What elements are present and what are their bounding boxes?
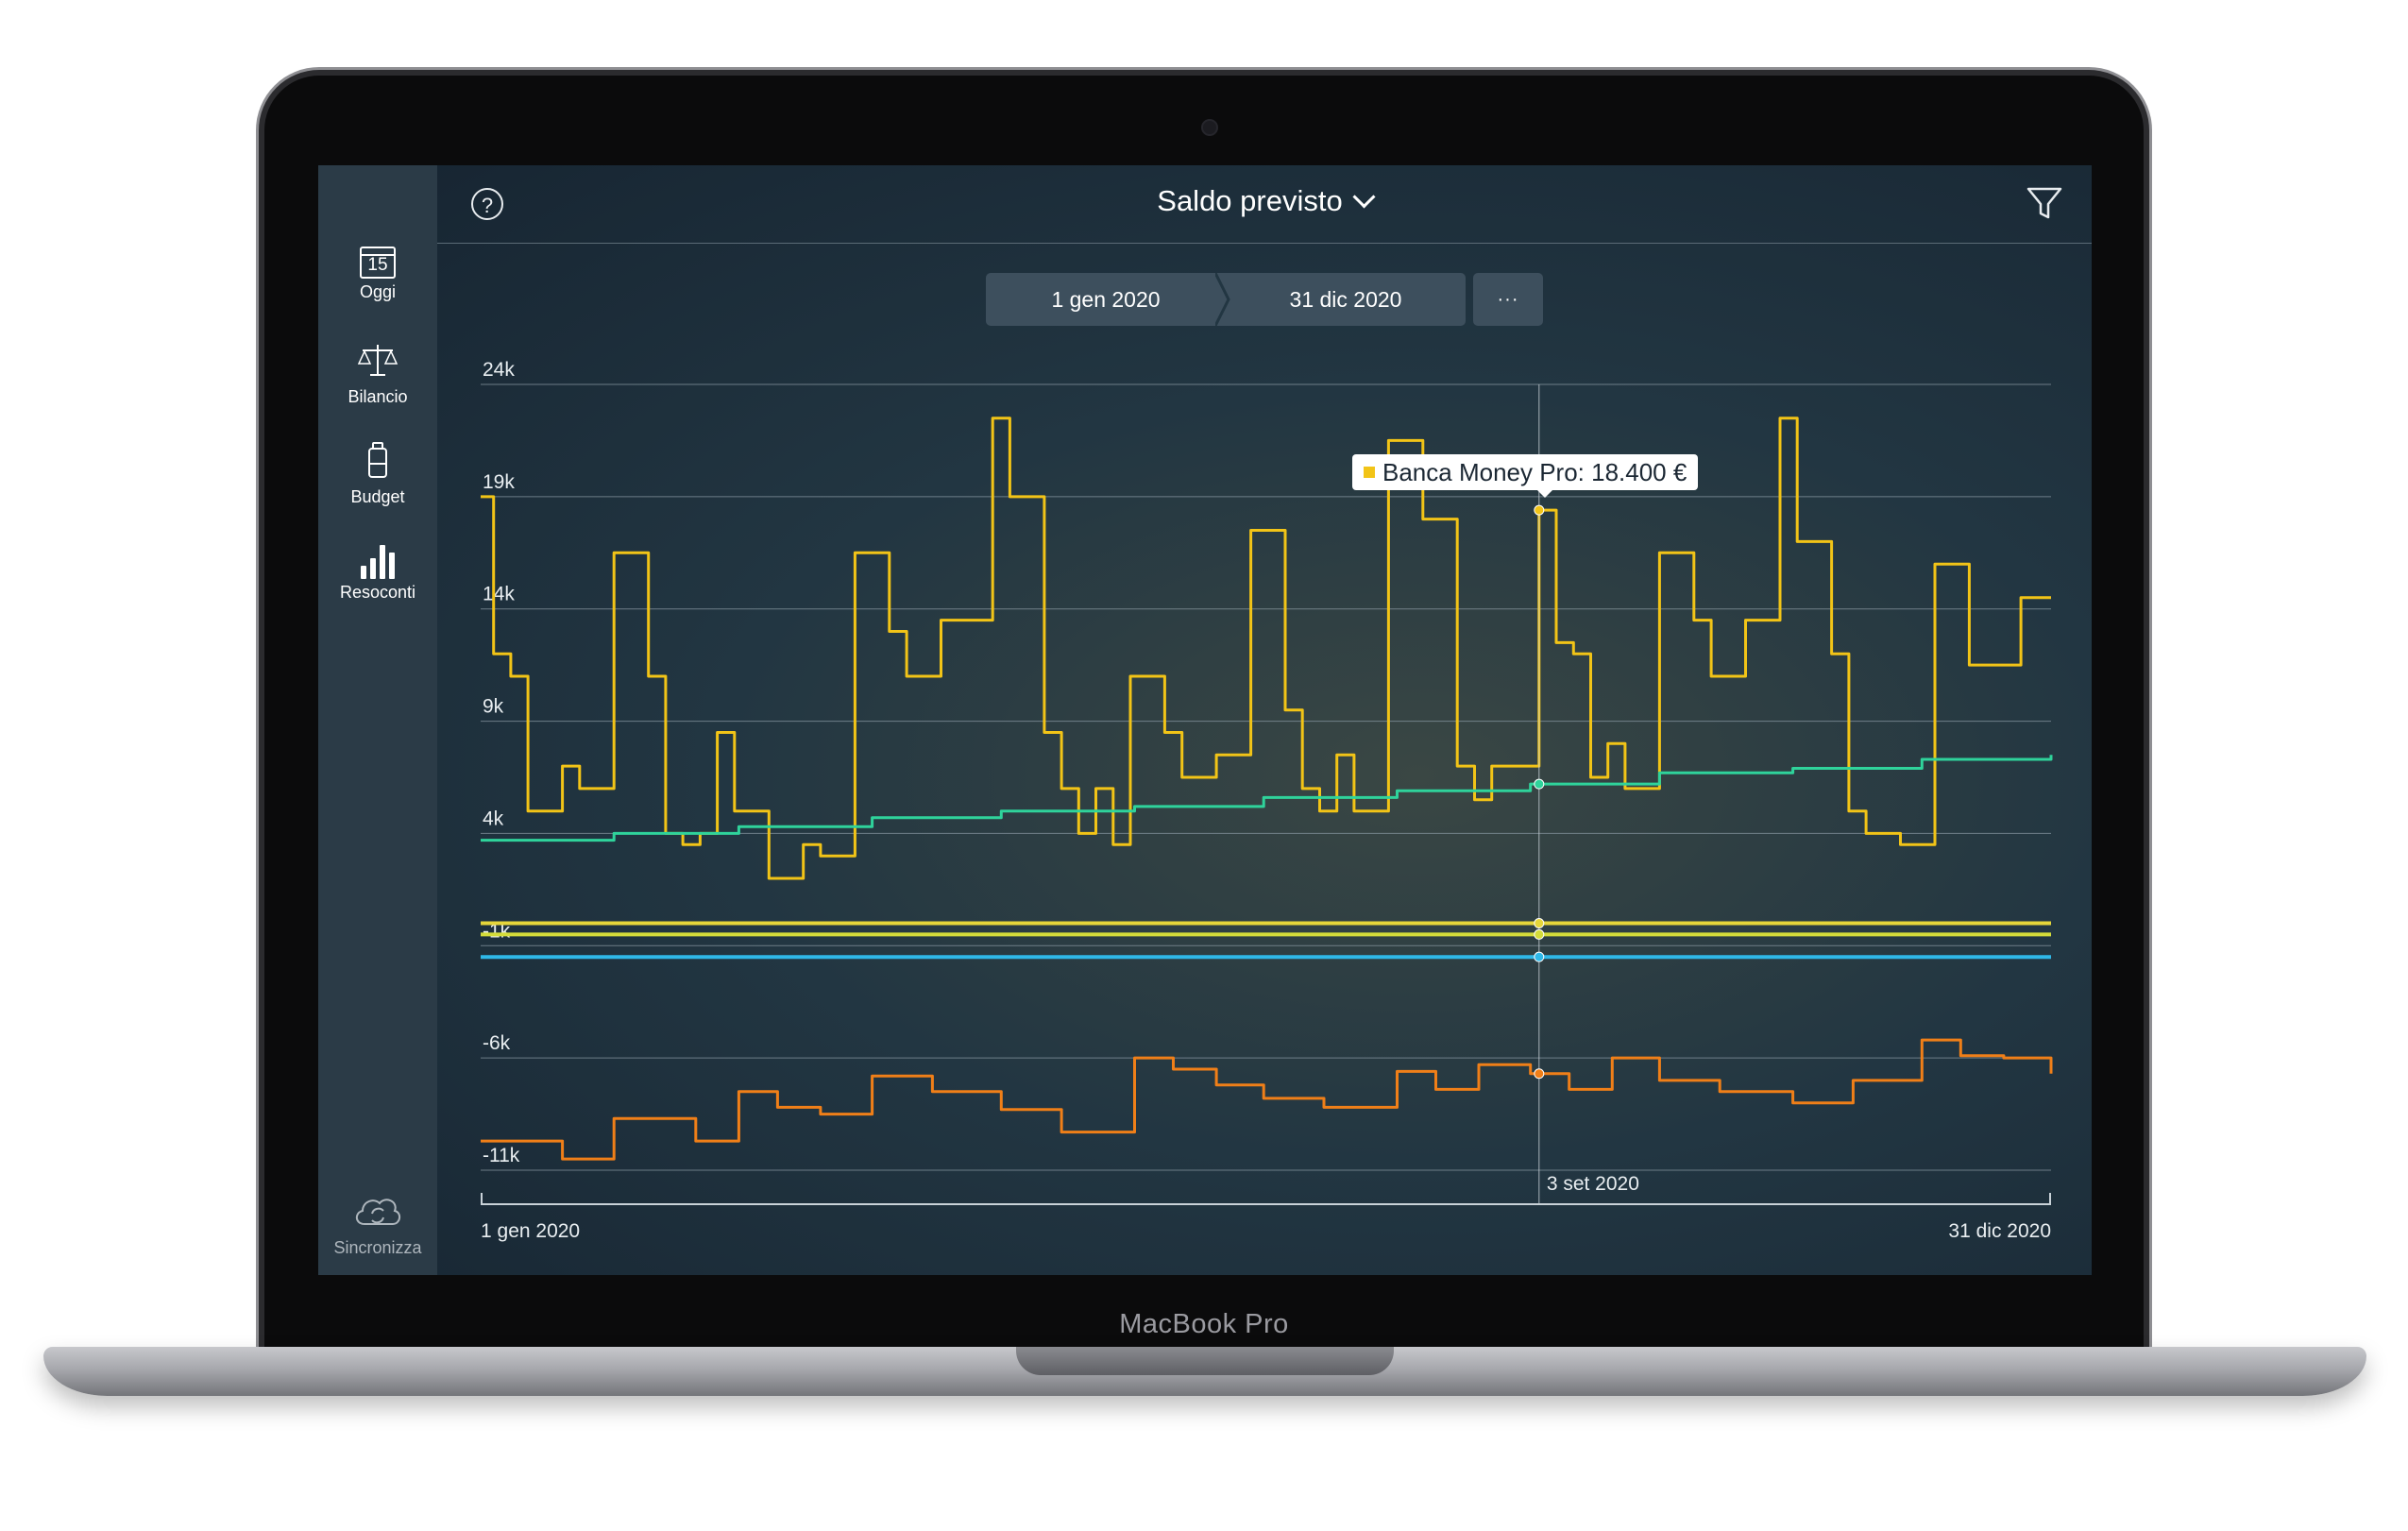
y-tick-label: 9k bbox=[483, 696, 504, 718]
device-model-label: MacBook Pro bbox=[1119, 1309, 1289, 1339]
series-line-0 bbox=[481, 417, 2051, 880]
camera-icon bbox=[1201, 119, 1218, 136]
cursor-date-label: 3 set 2020 bbox=[1547, 1173, 1639, 1195]
balance-forecast-chart: 24k19k14k9k4k-1k-6k-11k1 gen 2020 31 dic … bbox=[481, 359, 2053, 1242]
cursor-point-3 bbox=[1534, 928, 1545, 940]
y-tick-label: -11k bbox=[483, 1145, 520, 1166]
y-tick-label: -6k bbox=[483, 1032, 511, 1054]
y-tick-label: 24k bbox=[483, 359, 515, 381]
cursor-point-2 bbox=[1534, 918, 1545, 929]
x-tick-label-start: 1 gen 2020 bbox=[481, 1220, 580, 1242]
y-tick-label: 4k bbox=[483, 808, 504, 829]
x-tick-label-end: 31 dic 2020 bbox=[1948, 1220, 2051, 1242]
laptop-notch bbox=[1016, 1347, 1394, 1375]
chart-tooltip: Banca Money Pro: 18.400 € bbox=[1352, 454, 1699, 498]
cursor-point-0 bbox=[1534, 504, 1545, 516]
cursor-point-5 bbox=[1534, 1068, 1545, 1080]
cursor-point-1 bbox=[1534, 778, 1545, 790]
cursor-point-4 bbox=[1534, 951, 1545, 962]
y-tick-label: 14k bbox=[483, 584, 515, 605]
y-tick-label: 19k bbox=[483, 471, 515, 493]
app-screen: 15 Oggi Bilancio Budget Resoconti Sincro… bbox=[318, 165, 2092, 1275]
